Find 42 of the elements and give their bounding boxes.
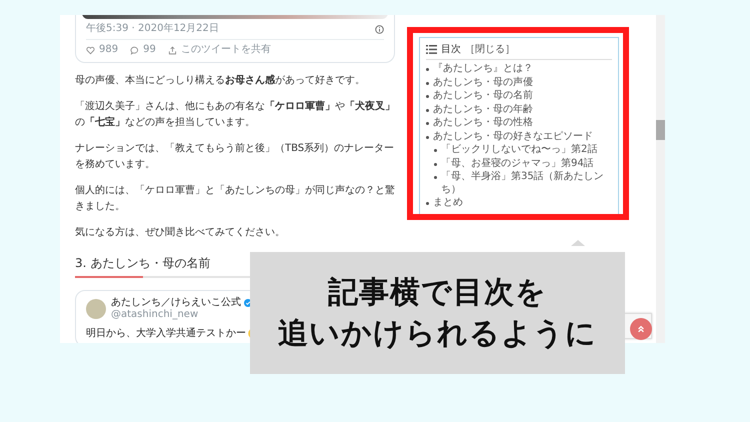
tweet-timestamp: 午後5:39 · 2020年12月22日	[86, 23, 219, 35]
like-count: 989	[99, 44, 118, 56]
toc-toggle-link[interactable]: ［閉じる］	[465, 42, 515, 56]
list-icon	[426, 44, 437, 54]
info-icon[interactable]	[375, 24, 384, 34]
callout-text: 追いかけられるように	[278, 315, 597, 352]
toc-item[interactable]: 「母、お昼寝のジャマっ」第94話	[441, 158, 594, 170]
paragraph: 気になる方は、ぜひ聞き比べてみてください。	[75, 226, 286, 240]
toc-item[interactable]: あたしンち・母の好きなエピソード	[433, 130, 593, 143]
bullet-icon	[426, 136, 429, 138]
bullet-icon	[434, 176, 437, 179]
toc-item[interactable]: あたしンち・母の年齢	[433, 104, 533, 116]
share-icon[interactable]	[168, 46, 177, 54]
scrollbar[interactable]	[656, 15, 665, 343]
avatar	[86, 299, 106, 319]
toc-item[interactable]: 「ビックリしないでね〜っ」第2話	[441, 144, 598, 156]
comment-icon[interactable]	[130, 46, 140, 54]
bullet-icon	[426, 108, 429, 112]
paragraph: ナレーションでは、「教えてもらう前と後」（TBS系列）のナレーターを務めています。	[75, 142, 395, 172]
reply-count: 99	[143, 44, 156, 56]
bullet-icon	[426, 68, 429, 71]
bullet-icon	[426, 82, 429, 84]
heart-icon[interactable]	[86, 46, 95, 54]
toc-item[interactable]: あたしンち・母の声優	[433, 76, 533, 89]
bullet-icon	[426, 202, 429, 205]
chevron-up-icon	[637, 325, 645, 333]
account-handle: @atashinchi_new	[111, 309, 200, 321]
account-name: あたしンち／けらえいこ公式	[111, 297, 241, 309]
paragraph: 母の声優、本当にどっしり構えるお母さん感があって好きです。	[75, 74, 366, 88]
toc-item[interactable]: あたしンち・母の性格	[433, 117, 533, 130]
bullet-icon	[434, 162, 437, 166]
toc-item[interactable]: まとめ	[433, 197, 463, 210]
bullet-icon	[434, 149, 437, 152]
paragraph: 「渡辺久美子」さんは、他にもあの有名な「ケロロ軍曹」や「犬夜叉」の「七宝」などの声を担当しています。	[75, 99, 395, 130]
toc-item[interactable]: あたしンち・母の名前	[433, 90, 533, 102]
toc-item[interactable]: 『あたしンち』とは？	[433, 63, 533, 76]
bullet-icon	[426, 95, 429, 98]
toc-title: 目次	[441, 43, 461, 56]
bullet-icon	[426, 122, 429, 125]
toc-item[interactable]: 「母、半身浴」第35話（新あたしンち）	[441, 171, 612, 196]
paragraph: 個人的には、「ケロロ軍曹」と「あたしンちの母」が同じ声なの？と驚きました。	[75, 184, 395, 214]
tweet-text: 明日から、大学入学共通テストかー	[86, 326, 246, 340]
